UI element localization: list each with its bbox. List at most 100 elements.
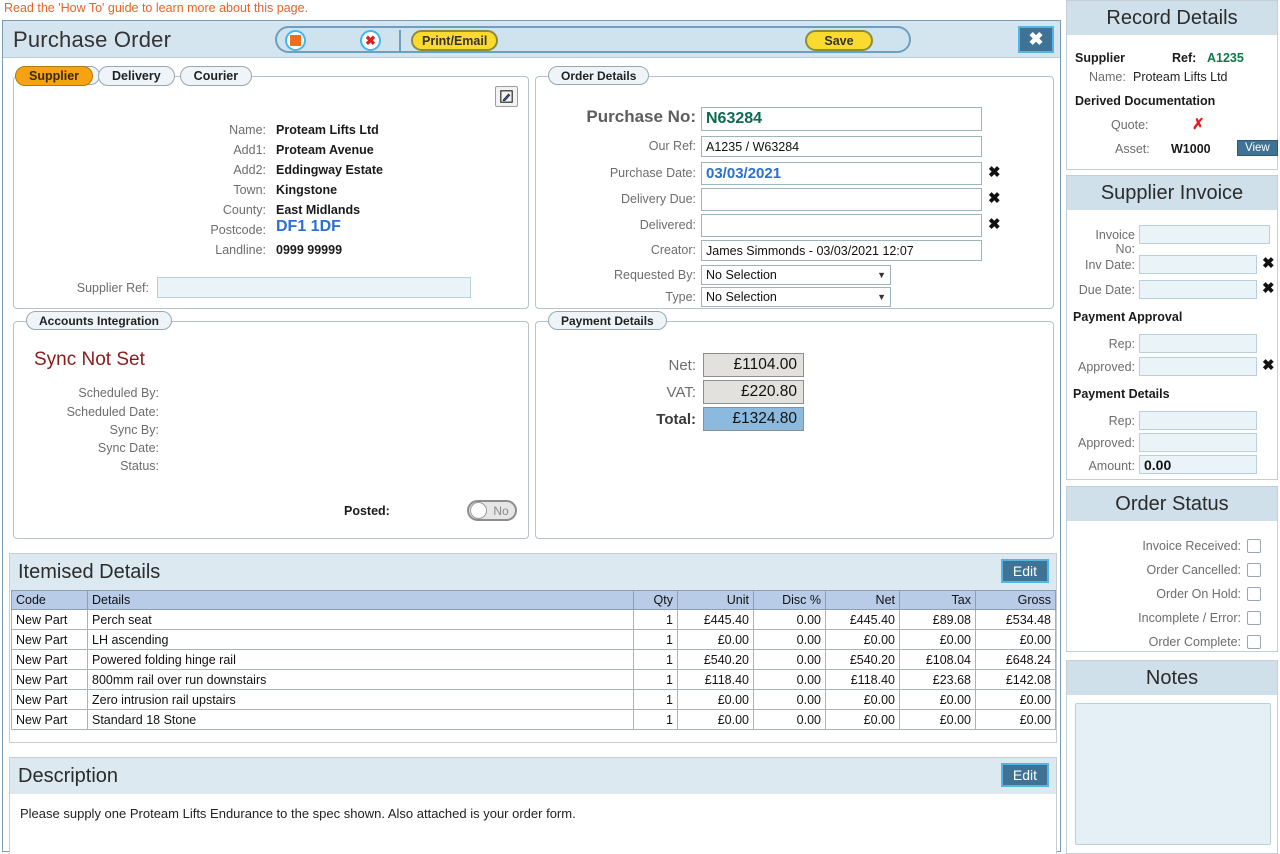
invoice-no-input[interactable] (1139, 225, 1270, 244)
table-row[interactable]: New Part 800mm rail over run downstairs … (11, 669, 1056, 690)
tab-courier[interactable]: Courier (179, 66, 253, 86)
close-icon[interactable]: ✖ (1018, 26, 1054, 53)
cancel-x-icon[interactable]: ✖ (360, 30, 381, 51)
approval-rep-input[interactable] (1139, 334, 1257, 353)
supplier-postcode-label: Postcode: (210, 223, 266, 237)
requested-by-label: Requested By: (614, 268, 696, 282)
record-ref-label: Ref: (1172, 51, 1197, 65)
cell-gross: £0.00 (975, 709, 1056, 730)
amount-input[interactable]: 0.00 (1139, 455, 1257, 474)
supplier-tabs: Supplier Delivery Courier (15, 66, 253, 86)
record-name-value: Proteam Lifts Ltd (1133, 70, 1228, 84)
cell-qty: 1 (633, 709, 678, 730)
our-ref-label: Our Ref: (648, 139, 696, 153)
col-details: Details (87, 590, 634, 610)
payment-details-panel: Net: £1104.00 VAT: £220.80 Total: £1324.… (535, 311, 1054, 539)
approval-approved-input[interactable] (1139, 357, 1257, 376)
payment-approved-input[interactable] (1139, 433, 1257, 452)
vat-value: £220.80 (703, 380, 804, 404)
creator-label: Creator: (650, 243, 696, 257)
description-edit-button[interactable]: Edit (1000, 763, 1049, 787)
cell-disc: 0.00 (753, 669, 826, 690)
incomplete-error-checkbox[interactable] (1247, 611, 1261, 625)
table-row[interactable]: New Part Zero intrusion rail upstairs 1 … (11, 689, 1056, 710)
net-label: Net: (668, 357, 696, 374)
inv-date-input[interactable] (1139, 255, 1257, 274)
table-row[interactable]: New Part Standard 18 Stone 1 £0.00 0.00 … (11, 709, 1056, 730)
supplier-ref-input[interactable] (157, 277, 471, 298)
clear-purchase-date-icon[interactable]: ✖ (988, 165, 1001, 180)
itemised-body: New Part Perch seat 1 £445.40 0.00 £445.… (11, 609, 1056, 730)
cell-code: New Part (11, 669, 88, 690)
requested-by-select[interactable]: No Selection ▼ (701, 265, 891, 285)
record-name-label: Name: (1089, 70, 1126, 84)
description-header: Description Edit (10, 758, 1056, 794)
scheduled-date-label: Scheduled Date: (66, 405, 159, 419)
delivered-input[interactable] (701, 214, 982, 237)
edit-pencil-icon[interactable] (495, 86, 518, 107)
invoice-received-label: Invoice Received: (1142, 539, 1241, 553)
tab-supplier[interactable]: Supplier (15, 66, 94, 86)
table-row[interactable]: New Part Powered folding hinge rail 1 £5… (11, 649, 1056, 670)
itemised-edit-button[interactable]: Edit (1000, 559, 1049, 583)
order-status-title: Order Status (1067, 487, 1277, 521)
col-unit: Unit (677, 590, 754, 610)
supplier-invoice-title: Supplier Invoice (1067, 176, 1277, 210)
cancel-x-glyph: ✖ (365, 33, 376, 48)
supplier-town-value: Kingstone (276, 183, 338, 197)
order-details-legend: Order Details (548, 66, 650, 85)
clear-due-date-icon[interactable]: ✖ (1262, 281, 1275, 296)
col-code: Code (11, 590, 88, 610)
due-date-input[interactable] (1139, 280, 1257, 299)
table-row[interactable]: New Part Perch seat 1 £445.40 0.00 £445.… (11, 609, 1056, 630)
supplier-add2-value: Eddingway Estate (276, 163, 383, 177)
clear-inv-date-icon[interactable]: ✖ (1262, 256, 1275, 271)
view-asset-button[interactable]: View (1237, 140, 1278, 156)
order-complete-checkbox[interactable] (1247, 635, 1261, 649)
accounts-integration-panel: Sync Not Set Scheduled By: Scheduled Dat… (13, 311, 529, 539)
cell-details: Perch seat (87, 609, 634, 630)
purchase-date-input[interactable]: 03/03/2021 (701, 162, 982, 185)
sync-by-label: Sync By: (109, 423, 159, 437)
payment-rep-input[interactable] (1139, 411, 1257, 430)
our-ref-input[interactable]: A1235 / W63284 (701, 136, 982, 157)
order-on-hold-label: Order On Hold: (1156, 587, 1241, 601)
cell-unit: £0.00 (677, 629, 754, 650)
col-tax: Tax (899, 590, 976, 610)
tab-delivery[interactable]: Delivery (98, 66, 175, 86)
payment-details-legend: Payment Details (548, 311, 667, 330)
save-button[interactable]: Save (805, 30, 873, 51)
notes-textarea[interactable] (1075, 703, 1271, 845)
posted-state: No (493, 503, 509, 518)
stop-square-icon[interactable] (285, 30, 306, 51)
approval-rep-label: Rep: (1108, 337, 1135, 351)
clear-delivery-due-icon[interactable]: ✖ (988, 191, 1001, 206)
cell-unit: £445.40 (677, 609, 754, 630)
invoice-received-checkbox[interactable] (1247, 539, 1261, 553)
amount-label: Amount: (1088, 459, 1135, 473)
cell-gross: £0.00 (975, 629, 1056, 650)
type-select[interactable]: No Selection ▼ (701, 287, 891, 307)
posted-toggle[interactable]: No (467, 500, 517, 521)
record-details-card: Record Details Supplier Ref: A1235 Name:… (1066, 0, 1278, 170)
table-row[interactable]: New Part LH ascending 1 £0.00 0.00 £0.00… (11, 629, 1056, 650)
purchase-no-input[interactable]: N63284 (701, 107, 982, 131)
cell-qty: 1 (633, 609, 678, 630)
print-email-button[interactable]: Print/Email (411, 30, 499, 51)
incomplete-error-label: Incomplete / Error: (1138, 611, 1241, 625)
cell-details: Standard 18 Stone (87, 709, 634, 730)
derived-documentation-heading: Derived Documentation (1075, 94, 1216, 108)
cell-tax: £89.08 (899, 609, 976, 630)
page-title: Purchase Order (13, 27, 172, 52)
order-cancelled-checkbox[interactable] (1247, 563, 1261, 577)
notes-card: Notes (1066, 660, 1278, 854)
clear-delivered-icon[interactable]: ✖ (988, 217, 1001, 232)
cell-qty: 1 (633, 649, 678, 670)
cell-net: £540.20 (825, 649, 900, 670)
supplier-add1-label: Add1: (233, 143, 266, 157)
quote-absent-icon: ✗ (1192, 116, 1205, 133)
delivery-due-input[interactable] (701, 188, 982, 211)
clear-approved-icon[interactable]: ✖ (1262, 358, 1275, 373)
order-on-hold-checkbox[interactable] (1247, 587, 1261, 601)
stop-square-glyph (290, 35, 301, 46)
